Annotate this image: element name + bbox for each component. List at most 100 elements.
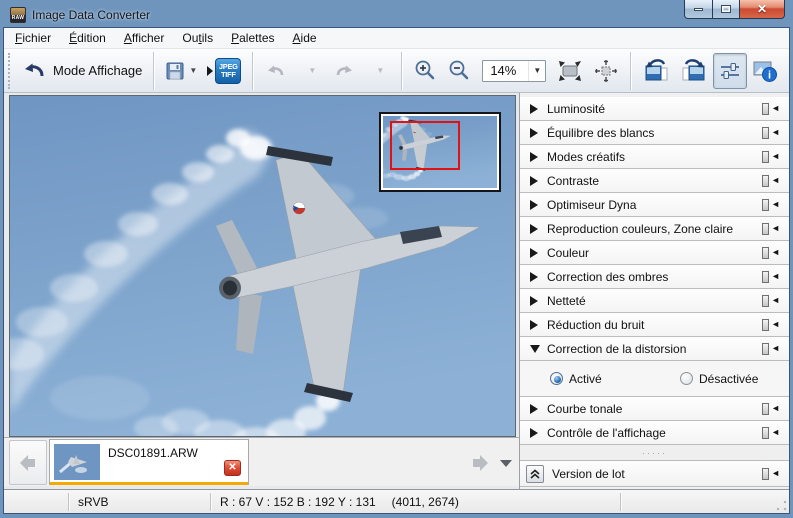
minimize-button[interactable]: [684, 0, 713, 19]
rotate-photo-left-icon: [642, 58, 670, 84]
rotate-left-button[interactable]: [637, 53, 675, 89]
redo-button[interactable]: [327, 53, 361, 89]
pixel-values: R : 67 V : 152 B : 192 Y : 131: [220, 495, 376, 509]
expand-triangle-icon[interactable]: [530, 200, 538, 210]
expand-triangle-icon[interactable]: [530, 296, 538, 306]
photo-f16-aerobatics: [10, 96, 515, 436]
undo-button[interactable]: [259, 53, 293, 89]
panel-section-row[interactable]: Modes créatifs ◄: [520, 145, 789, 169]
radio-active[interactable]: Activé: [550, 372, 680, 386]
panel-section-row[interactable]: Netteté ◄: [520, 289, 789, 313]
combo-dropdown-arrow[interactable]: ▼: [528, 61, 545, 81]
image-column: DSC01891.ARW ✕: [4, 93, 519, 489]
detach-panel-icon[interactable]: ◄: [762, 127, 780, 139]
panel-section-distortion[interactable]: Correction de la distorsion ◄: [520, 337, 789, 361]
center-image-button[interactable]: [588, 53, 624, 89]
curved-arrow-left-icon: [266, 62, 286, 80]
expand-triangle-icon[interactable]: [530, 248, 538, 258]
panel-sections-top: Luminosité ◄ Équilibre des blancs ◄ Mode: [520, 97, 789, 337]
expand-triangle-icon[interactable]: [530, 428, 538, 438]
collapse-triangle-icon[interactable]: [530, 345, 540, 353]
expand-triangle-icon[interactable]: [530, 104, 538, 114]
toolbar-grip[interactable]: [8, 53, 13, 89]
expand-triangle-icon[interactable]: [530, 152, 538, 162]
detach-panel-icon[interactable]: ◄: [762, 271, 780, 283]
batch-version-row[interactable]: Version de lot ◄: [520, 461, 789, 487]
panel-section-row[interactable]: Équilibre des blancs ◄: [520, 121, 789, 145]
expand-triangle-icon[interactable]: [530, 404, 538, 414]
expand-triangle-icon[interactable]: [530, 272, 538, 282]
zoom-out-button[interactable]: [442, 53, 476, 89]
panel-section-row[interactable]: Optimiseur Dyna ◄: [520, 193, 789, 217]
raw-photo-file-icon: RAW: [10, 7, 26, 23]
expand-triangle-icon[interactable]: [530, 320, 538, 330]
statusbar-pixel-info: R : 67 V : 152 B : 192 Y : 131 (4011, 26…: [211, 490, 620, 513]
image-viewport[interactable]: [9, 95, 516, 437]
detach-panel-icon[interactable]: ◄: [762, 427, 780, 439]
panel-section-row[interactable]: Réduction du bruit ◄: [520, 313, 789, 337]
panel-section-row[interactable]: Couleur ◄: [520, 241, 789, 265]
detach-panel-icon[interactable]: ◄: [762, 468, 780, 480]
save-button[interactable]: ▼: [160, 53, 202, 89]
undo-dropdown[interactable]: ▼: [293, 53, 327, 89]
svg-text:i: i: [768, 69, 771, 81]
menu-item[interactable]: Palettes: [222, 29, 283, 47]
panel-section-row[interactable]: Luminosité ◄: [520, 97, 789, 121]
expand-triangle-icon[interactable]: [530, 176, 538, 186]
detach-panel-icon[interactable]: ◄: [762, 223, 780, 235]
panel-splitter-handle[interactable]: ·····: [520, 445, 789, 461]
filmstrip-prev-button[interactable]: [9, 440, 47, 485]
detach-panel-icon[interactable]: ◄: [762, 175, 780, 187]
collapse-up-button[interactable]: [526, 465, 544, 483]
panel-section-row[interactable]: Courbe tonale ◄: [520, 397, 789, 421]
expand-triangle-icon[interactable]: [530, 224, 538, 234]
image-tab-thumbnail: [54, 444, 100, 480]
radio-inactive[interactable]: Désactivée: [680, 372, 758, 386]
detach-panel-icon[interactable]: ◄: [762, 403, 780, 415]
zoom-in-button[interactable]: [408, 53, 442, 89]
menu-item[interactable]: Aide: [284, 29, 326, 47]
menu-item[interactable]: Fichier: [6, 29, 60, 47]
expand-triangle-icon[interactable]: [530, 128, 538, 138]
titlebar[interactable]: RAW Image Data Converter ✕: [3, 0, 790, 27]
resize-grip[interactable]: [776, 500, 787, 511]
menu-item[interactable]: Édition: [60, 29, 115, 47]
panel-section-row[interactable]: Contrôle de l'affichage ◄: [520, 421, 789, 445]
image-tab[interactable]: DSC01891.ARW ✕: [49, 439, 249, 485]
rotate-right-button[interactable]: [675, 53, 713, 89]
filmstrip-list-dropdown-button[interactable]: [493, 440, 519, 485]
detach-panel-icon[interactable]: ◄: [762, 295, 780, 307]
panel-section-row[interactable]: Correction des ombres ◄: [520, 265, 789, 289]
panel-section-row[interactable]: Contraste ◄: [520, 169, 789, 193]
image-tab-close-button[interactable]: ✕: [224, 460, 241, 476]
mode-affichage-button[interactable]: Mode Affichage: [17, 53, 147, 89]
detach-panel-icon[interactable]: ◄: [762, 199, 780, 211]
convert-jpeg-tiff-button[interactable]: JPEG TIFF: [202, 53, 246, 89]
save-dropdown-arrow[interactable]: ▼: [189, 66, 197, 75]
detach-panel-icon[interactable]: ◄: [762, 343, 780, 355]
detach-panel-icon[interactable]: ◄: [762, 151, 780, 163]
center-crosshair-icon: [593, 59, 619, 83]
filmstrip: DSC01891.ARW ✕: [4, 437, 519, 486]
image-info-button[interactable]: i: [747, 53, 783, 89]
zoom-level-combobox[interactable]: 14% ▼: [482, 60, 546, 82]
double-chevron-up-icon: [529, 468, 541, 480]
panel-section-row[interactable]: Reproduction couleurs, Zone claire ◄: [520, 217, 789, 241]
menu-item[interactable]: Afficher: [115, 29, 174, 47]
detach-panel-icon[interactable]: ◄: [762, 103, 780, 115]
panel-section-label: Contrôle de l'affichage: [547, 426, 666, 440]
adjustment-panel-toggle-button[interactable]: [713, 53, 747, 89]
app-window: RAW Image Data Converter ✕ FichierÉditio…: [0, 0, 793, 518]
fit-to-window-button[interactable]: [552, 53, 588, 89]
distortion-options: Activé Désactivée: [520, 361, 789, 397]
filmstrip-next-button[interactable]: [467, 440, 493, 485]
maximize-button[interactable]: [713, 0, 740, 19]
detach-panel-icon[interactable]: ◄: [762, 247, 780, 259]
close-button[interactable]: ✕: [740, 0, 785, 19]
redo-dropdown[interactable]: ▼: [361, 53, 395, 89]
panel-section-label: Correction des ombres: [547, 270, 668, 284]
menu-item[interactable]: Outils: [173, 29, 222, 47]
detach-panel-icon[interactable]: ◄: [762, 319, 780, 331]
batch-version-label: Version de lot: [552, 467, 625, 481]
toolbar-separator: [153, 52, 154, 90]
